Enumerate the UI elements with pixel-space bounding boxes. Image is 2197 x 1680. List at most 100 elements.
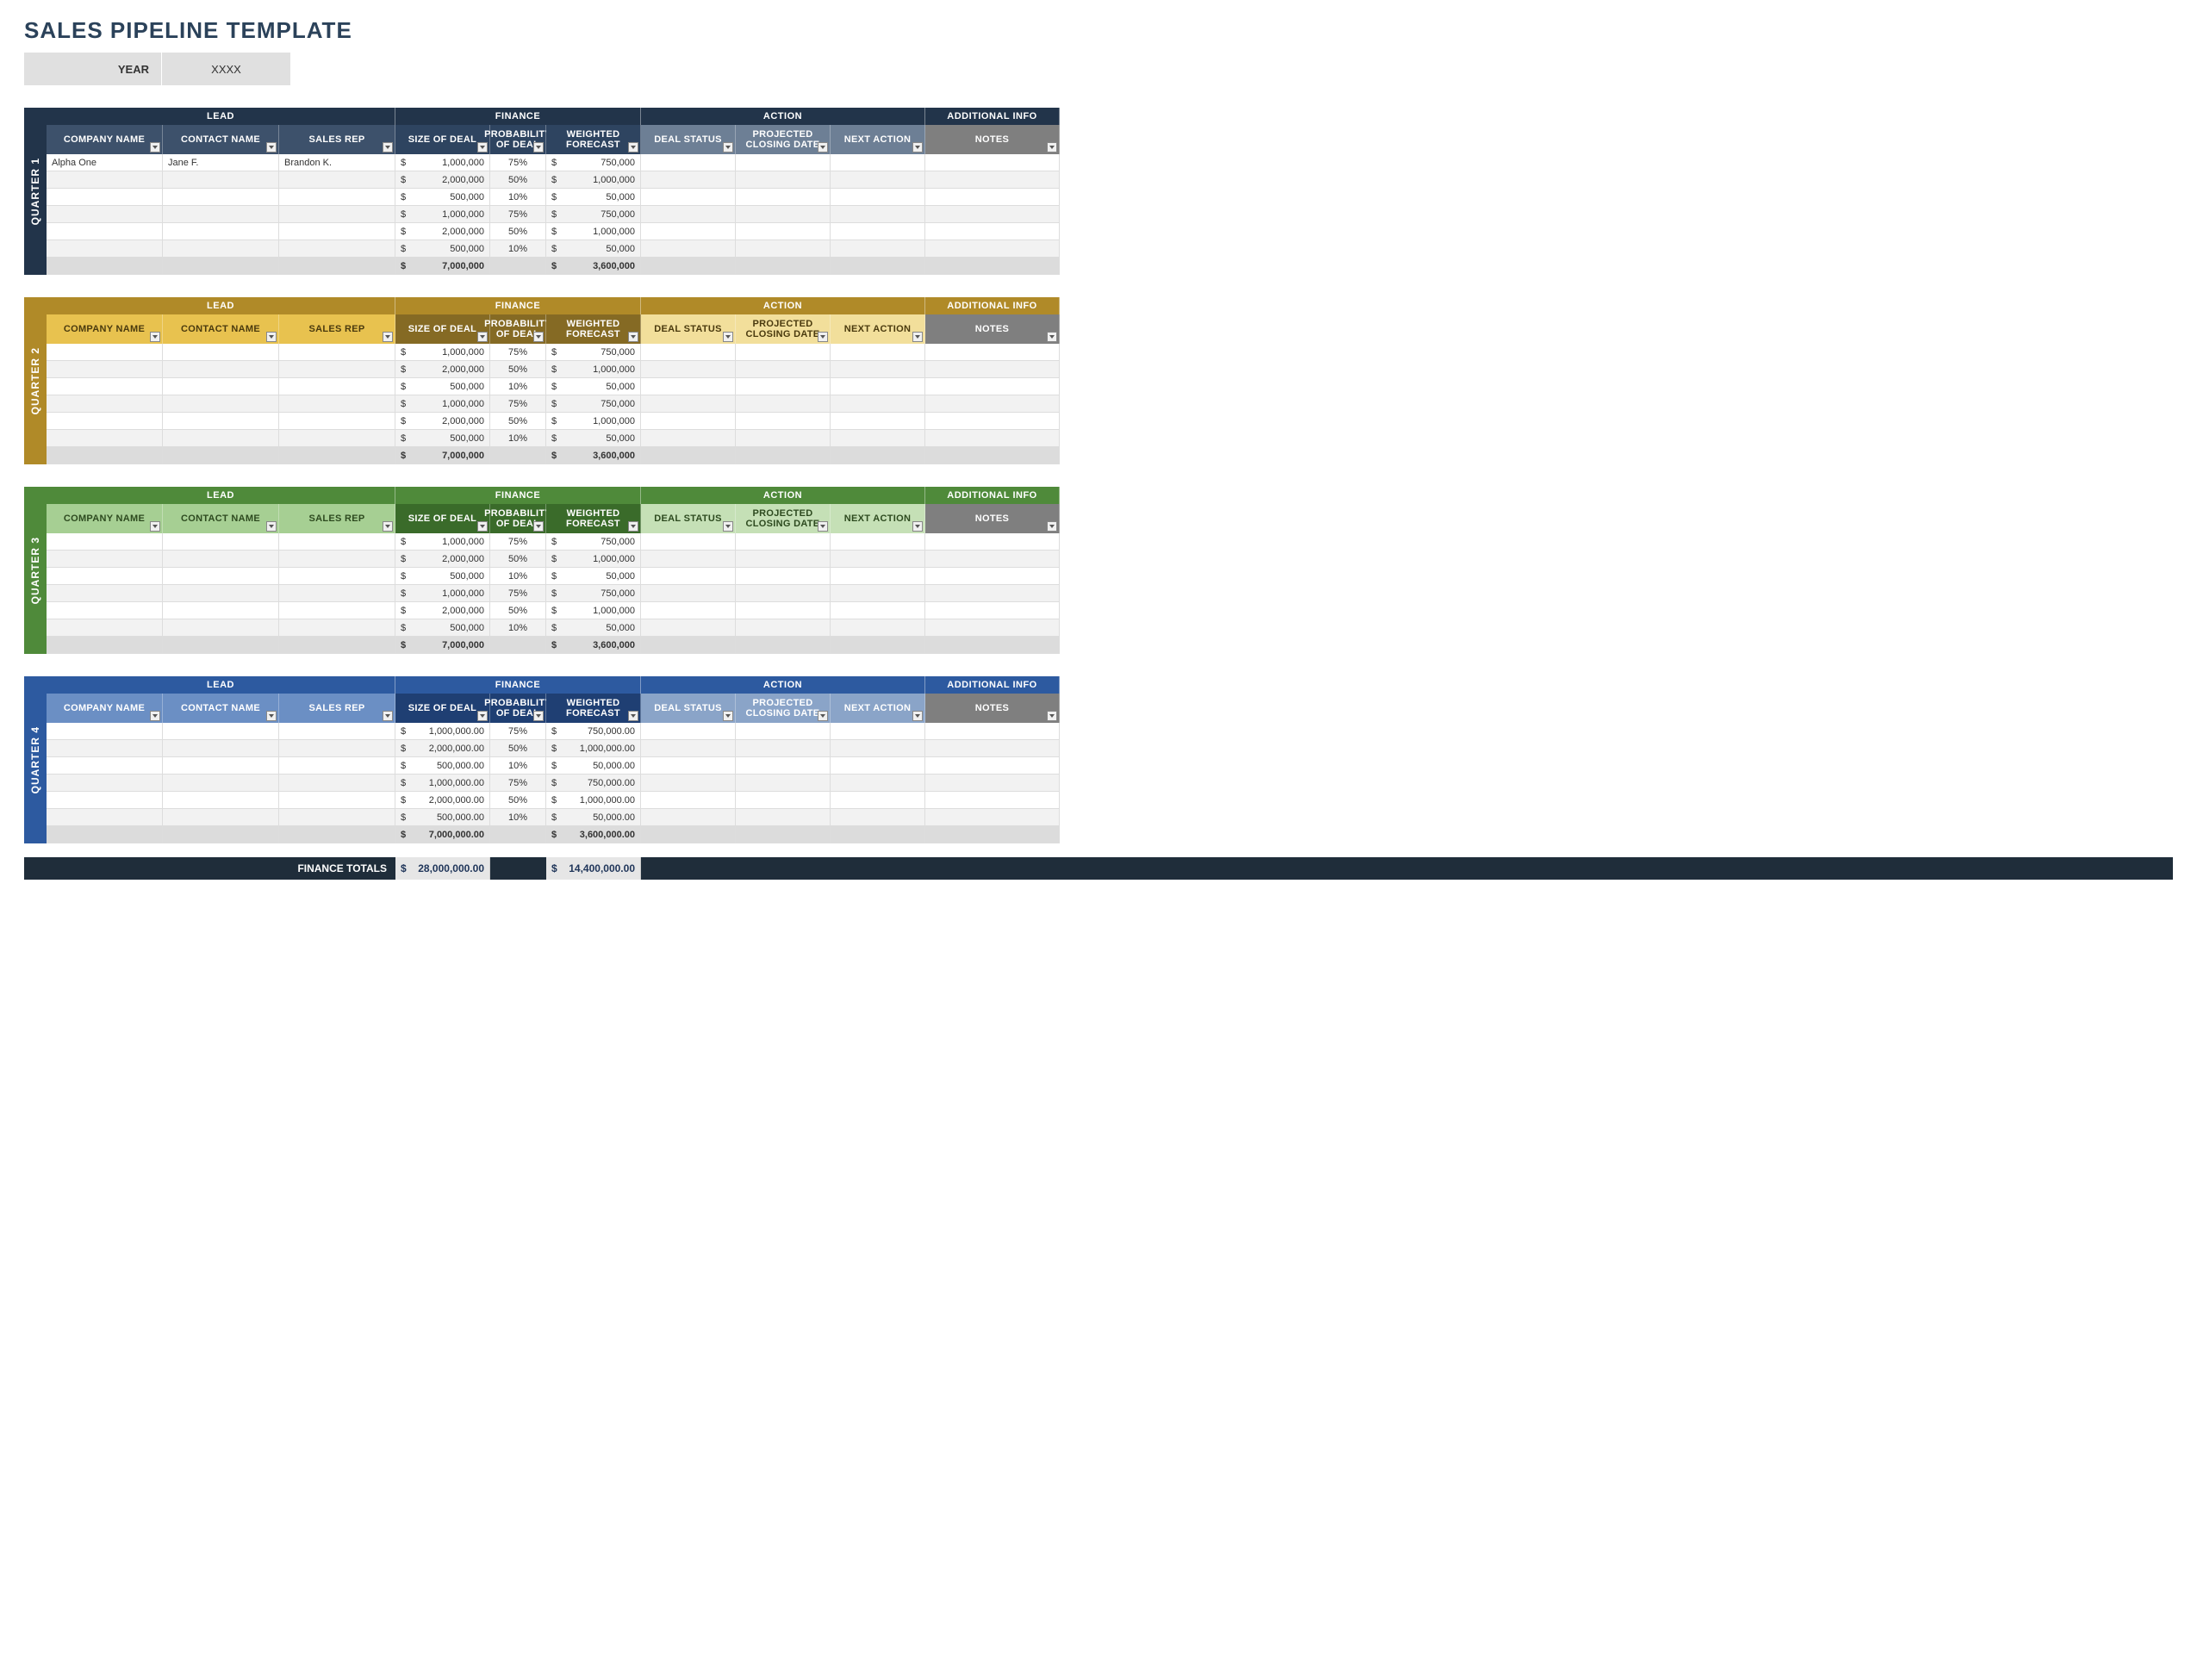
table-row[interactable]: $1,000,00075%$750,000 [47,344,2173,361]
next-cell[interactable] [831,223,925,240]
next-header[interactable]: NEXT ACTION [831,314,925,344]
contact-cell[interactable] [163,430,279,447]
forecast-cell[interactable]: $750,000 [546,533,641,551]
notes-cell[interactable] [925,206,1060,223]
next-cell[interactable] [831,568,925,585]
forecast-cell[interactable]: $50,000.00 [546,757,641,775]
closing-cell[interactable] [736,533,831,551]
filter-dropdown-icon[interactable] [628,142,638,152]
prob-cell[interactable]: 75% [490,395,546,413]
filter-dropdown-icon[interactable] [818,521,828,532]
status-cell[interactable] [641,361,736,378]
closing-cell[interactable] [736,809,831,826]
rep-cell[interactable] [279,775,395,792]
rep-cell[interactable] [279,723,395,740]
forecast-header[interactable]: WEIGHTED FORECAST [546,694,641,723]
t-blank[interactable] [831,258,925,275]
closing-cell[interactable] [736,206,831,223]
status-header[interactable]: DEAL STATUS [641,504,736,533]
rep-cell[interactable] [279,223,395,240]
company-cell[interactable] [47,775,163,792]
table-row[interactable]: $2,000,000.0050%$1,000,000.00 [47,740,2173,757]
rep-cell[interactable] [279,585,395,602]
closing-cell[interactable] [736,619,831,637]
table-row[interactable]: $500,00010%$50,000 [47,378,2173,395]
rep-cell[interactable] [279,361,395,378]
rep-cell[interactable] [279,344,395,361]
filter-dropdown-icon[interactable] [533,711,544,721]
table-row[interactable]: $500,00010%$50,000 [47,189,2173,206]
totals-size[interactable]: $7,000,000 [395,447,490,464]
company-header[interactable]: COMPANY NAME [47,125,163,154]
status-cell[interactable] [641,792,736,809]
next-cell[interactable] [831,430,925,447]
status-cell[interactable] [641,740,736,757]
status-cell[interactable] [641,602,736,619]
t-blank[interactable] [831,637,925,654]
contact-cell[interactable] [163,723,279,740]
filter-dropdown-icon[interactable] [266,142,277,152]
prob-cell[interactable]: 10% [490,378,546,395]
closing-cell[interactable] [736,361,831,378]
forecast-cell[interactable]: $1,000,000 [546,361,641,378]
prob-cell[interactable]: 10% [490,240,546,258]
contact-cell[interactable] [163,533,279,551]
t-blank[interactable] [925,637,1060,654]
notes-cell[interactable] [925,809,1060,826]
filter-dropdown-icon[interactable] [533,142,544,152]
t-blank[interactable] [490,637,546,654]
size-cell[interactable]: $1,000,000 [395,533,490,551]
contact-cell[interactable] [163,223,279,240]
t-blank[interactable] [47,447,163,464]
notes-cell[interactable] [925,619,1060,637]
notes-cell[interactable] [925,533,1060,551]
filter-dropdown-icon[interactable] [912,142,923,152]
company-cell[interactable] [47,568,163,585]
totals-size[interactable]: $7,000,000 [395,258,490,275]
status-cell[interactable] [641,809,736,826]
prob-cell[interactable]: 50% [490,602,546,619]
contact-header[interactable]: CONTACT NAME [163,125,279,154]
notes-cell[interactable] [925,378,1060,395]
forecast-cell[interactable]: $50,000 [546,189,641,206]
next-cell[interactable] [831,533,925,551]
forecast-cell[interactable]: $750,000.00 [546,723,641,740]
contact-cell[interactable] [163,189,279,206]
notes-cell[interactable] [925,344,1060,361]
notes-cell[interactable] [925,775,1060,792]
contact-cell[interactable] [163,206,279,223]
t-blank[interactable] [490,826,546,843]
rep-cell[interactable] [279,757,395,775]
next-cell[interactable] [831,413,925,430]
filter-dropdown-icon[interactable] [266,332,277,342]
size-cell[interactable]: $1,000,000.00 [395,775,490,792]
status-cell[interactable] [641,568,736,585]
closing-cell[interactable] [736,378,831,395]
rep-header[interactable]: SALES REP [279,694,395,723]
table-row[interactable]: $2,000,00050%$1,000,000 [47,551,2173,568]
rep-cell[interactable] [279,792,395,809]
contact-cell[interactable]: Jane F. [163,154,279,171]
prob-cell[interactable]: 10% [490,568,546,585]
next-cell[interactable] [831,171,925,189]
status-cell[interactable] [641,240,736,258]
notes-cell[interactable] [925,223,1060,240]
size-header[interactable]: SIZE OF DEAL [395,125,490,154]
table-row[interactable]: $1,000,00075%$750,000 [47,533,2173,551]
status-cell[interactable] [641,395,736,413]
size-cell[interactable]: $2,000,000.00 [395,792,490,809]
t-blank[interactable] [490,258,546,275]
contact-cell[interactable] [163,757,279,775]
t-blank[interactable] [736,447,831,464]
table-row[interactable]: $2,000,000.0050%$1,000,000.00 [47,792,2173,809]
notes-cell[interactable] [925,585,1060,602]
company-cell[interactable] [47,361,163,378]
notes-cell[interactable] [925,189,1060,206]
table-row[interactable]: $1,000,00075%$750,000 [47,395,2173,413]
filter-dropdown-icon[interactable] [912,332,923,342]
rep-header[interactable]: SALES REP [279,314,395,344]
prob-header[interactable]: PROBABILITY OF DEAL [490,314,546,344]
t-blank[interactable] [47,637,163,654]
filter-dropdown-icon[interactable] [912,711,923,721]
size-cell[interactable]: $1,000,000 [395,585,490,602]
